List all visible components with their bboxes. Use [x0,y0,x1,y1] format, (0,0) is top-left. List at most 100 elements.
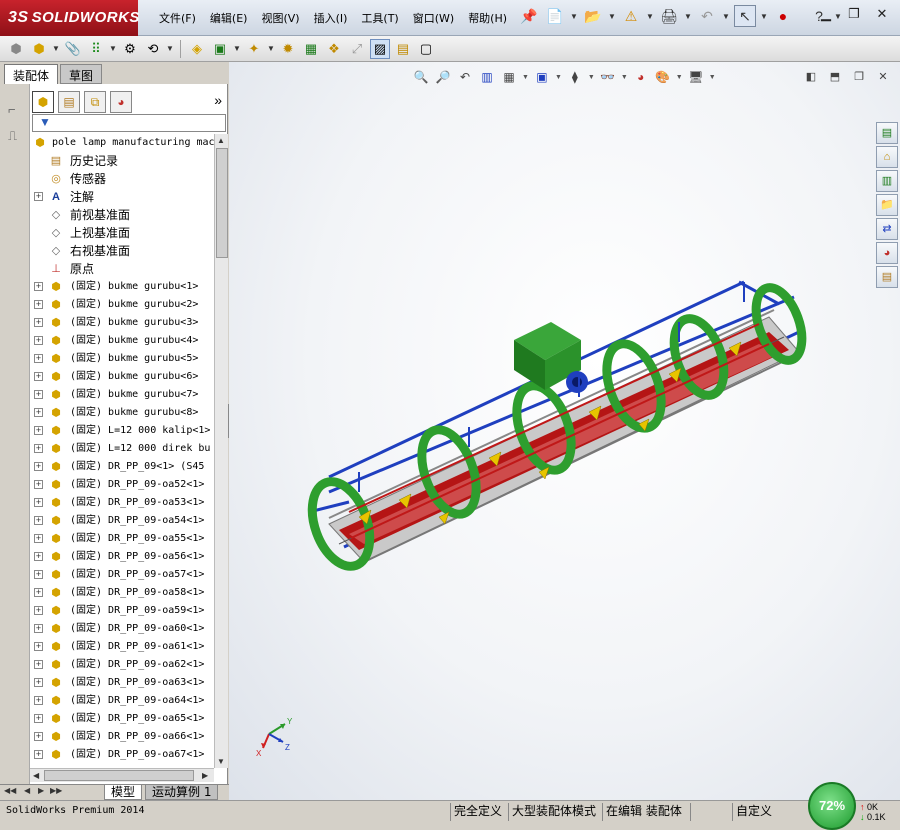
apply-scene-icon[interactable]: 🎨 [654,68,672,86]
tree-item[interactable]: + ⬢ (固定) bukme gurubu<8> [30,404,214,422]
explode-line-sketch-icon[interactable]: ⤢ [347,39,367,59]
move-component-icon[interactable]: ⟲ [143,39,163,59]
select-arrow-icon[interactable]: ↖ [734,5,756,27]
dynamic-annotation-icon[interactable]: ▦ [500,68,518,86]
expand-icon[interactable]: + [34,624,43,633]
expand-icon[interactable]: + [34,714,43,723]
display-style-dropdown-icon[interactable]: ▼ [588,74,595,81]
filter-icon[interactable]: ▼ [39,115,51,129]
tree-item[interactable]: + ⬢ (固定) DR_PP_09-oa56<1> [30,548,214,566]
viewport-close-icon[interactable]: ✕ [874,70,892,84]
open-dropdown-icon[interactable]: ▼ [608,12,616,21]
menu-insert[interactable]: 插入(I) [307,10,355,26]
expand-icon[interactable]: + [34,498,43,507]
tree-item[interactable]: + ⬢ (固定) bukme gurubu<5> [30,350,214,368]
reference-dropdown-icon[interactable]: ▼ [267,44,275,53]
expand-icon[interactable]: + [34,678,43,687]
file-explorer-icon[interactable]: 📁 [876,194,898,216]
tree-item[interactable]: ◇ 前视基准面 [30,206,214,224]
tree-item[interactable]: + ⬢ (固定) DR_PP_09-oa53<1> [30,494,214,512]
tab-model[interactable]: 模型 [104,785,143,800]
tab-last-icon[interactable]: ▶▶ [50,786,62,795]
expand-icon[interactable]: + [34,462,43,471]
tree-item[interactable]: + ⬢ (固定) bukme gurubu<6> [30,368,214,386]
new-doc-icon[interactable]: 📄 [544,5,566,27]
tree-item[interactable]: ◇ 上视基准面 [30,224,214,242]
exploded-view-icon[interactable]: ❖ [324,39,344,59]
pole-lamp-machine-model[interactable] [289,262,829,582]
property-manager-tab-icon[interactable]: ▤ [58,91,80,113]
hide-show-dropdown-icon[interactable]: ▼ [621,74,628,81]
expand-icon[interactable]: + [34,534,43,543]
expand-icon[interactable]: + [34,732,43,741]
home-icon[interactable]: ⌂ [876,146,898,168]
feature-tree-tab-icon[interactable]: ⬢ [32,91,54,113]
expand-icon[interactable]: + [34,570,43,579]
tree-item[interactable]: + ⬢ (固定) DR_PP_09-oa63<1> [30,674,214,692]
tab-assembly[interactable]: 装配体 [4,64,59,84]
tree-item[interactable]: ⊥ 原点 [30,260,214,278]
menu-view[interactable]: 视图(V) [254,10,306,26]
interference-detection-icon[interactable]: ▨ [370,38,390,59]
bill-of-materials-icon[interactable]: ▦ [301,39,321,59]
expand-icon[interactable]: + [34,372,43,381]
expand-icon[interactable]: + [34,318,43,327]
scroll-up-icon[interactable]: ▲ [217,136,225,145]
viewport-restore-icon[interactable]: ❐ [850,70,868,84]
expand-icon[interactable]: + [34,480,43,489]
expand-icon[interactable]: + [34,606,43,615]
new-motion-study-icon[interactable]: ✹ [278,39,298,59]
graphics-area[interactable]: 🔍 🔎 ↶ ▥ ▦ ▼ ▣ ▼ ⧫ ▼ 👓 ▼ ◕ 🎨 ▼ 🖥 ▼ ◧ ⬒ ❐ ✕ ▤ ⌂ … [229,62,900,800]
tree-item[interactable]: + ⬢ (固定) DR_PP_09-oa67<1> [30,746,214,764]
smart-fasteners-icon[interactable]: ⚙ [120,39,140,59]
insert-components-icon[interactable]: ⬢ [6,39,26,59]
tab-motion-study[interactable]: 运动算例 1 [145,785,219,800]
scroll-left-icon[interactable]: ◀ [33,771,39,780]
expand-icon[interactable]: + [34,282,43,291]
menu-help[interactable]: 帮助(H) [461,10,514,26]
clearance-verification-icon[interactable]: ▤ [393,39,413,59]
new-dropdown-icon[interactable]: ▼ [570,12,578,21]
tab-first-icon[interactable]: ◀◀ [4,786,16,795]
tab-sketch[interactable]: 草图 [60,64,103,84]
menu-file[interactable]: 文件(F) [152,10,203,26]
hide-show-items-icon[interactable]: 👓 [599,68,617,86]
zoom-to-fit-icon[interactable]: 🔍 [412,68,430,86]
expand-icon[interactable]: + [34,300,43,309]
previous-view-icon[interactable]: ↶ [456,68,474,86]
custom-properties-icon[interactable]: ▤ [876,266,898,288]
tree-item[interactable]: + ⬢ (固定) DR_PP_09-oa52<1> [30,476,214,494]
tree-item[interactable]: + ⬢ (固定) bukme gurubu<7> [30,386,214,404]
features-dropdown-icon[interactable]: ▼ [233,44,241,53]
orientation-dropdown-icon[interactable]: ▼ [555,74,562,81]
tree-item[interactable]: + ⬢ (固定) bukme gurubu<4> [30,332,214,350]
linear-pattern-icon[interactable]: ⠿ [86,39,106,59]
scene-dropdown-icon[interactable]: ▼ [676,74,683,81]
view-settings-dropdown-icon[interactable]: ▼ [709,74,716,81]
scroll-right-icon[interactable]: ▶ [202,771,208,780]
strip-pulse-icon[interactable]: ⎍ [8,128,17,144]
expand-icon[interactable]: + [34,660,43,669]
view-orientation-icon[interactable]: ▣ [533,68,551,86]
tree-item[interactable]: + ⬢ (固定) DR_PP_09-oa66<1> [30,728,214,746]
tree-horizontal-scrollbar[interactable]: ◀ ▶ [30,768,214,782]
tree-item[interactable]: + ⬢ (固定) DR_PP_09-oa62<1> [30,656,214,674]
tree-item[interactable]: + ⬢ (固定) L=12 000 kalip<1> [30,422,214,440]
tab-next-icon[interactable]: ▶ [38,786,44,795]
split-horizontal-icon[interactable]: ◧ [802,70,820,84]
instant3d-icon[interactable]: ▢ [416,39,436,59]
tree-item[interactable]: + ⬢ (固定) DR_PP_09-oa58<1> [30,584,214,602]
move-dropdown-icon[interactable]: ▼ [166,44,174,53]
close-icon[interactable]: ✕ [870,6,894,26]
expand-icon[interactable]: + [34,696,43,705]
expand-icon[interactable]: + [34,426,43,435]
tree-item[interactable]: + ⬢ (固定) bukme gurubu<1> [30,278,214,296]
expand-icon[interactable]: + [34,552,43,561]
appearances-icon[interactable]: ◕ [876,242,898,264]
scroll-down-icon[interactable]: ▼ [217,757,225,766]
status-large-assembly-mode[interactable]: 大型装配体模式 [508,803,599,821]
tab-prev-icon[interactable]: ◀ [24,786,30,795]
pattern-dropdown-icon[interactable]: ▼ [109,44,117,53]
tree-item[interactable]: + ⬢ (固定) DR_PP_09-oa59<1> [30,602,214,620]
solidworks-resources-icon[interactable]: ▤ [876,122,898,144]
